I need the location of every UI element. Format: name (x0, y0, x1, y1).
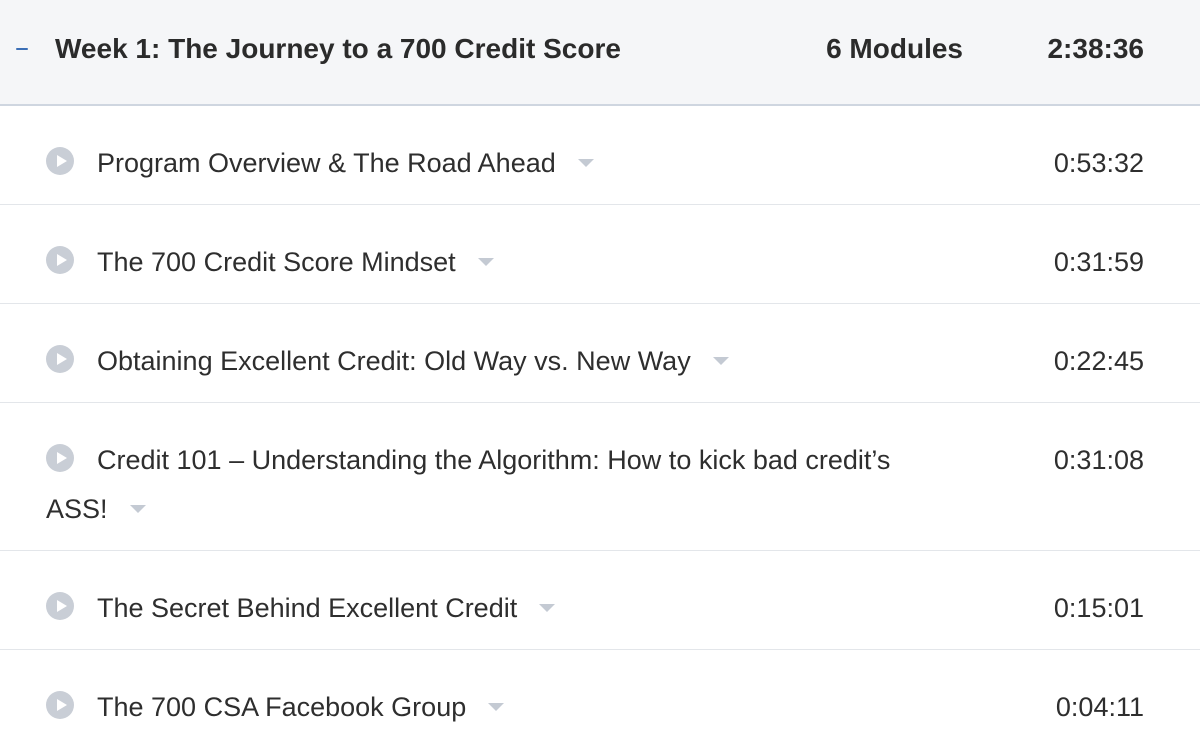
lesson-title[interactable]: The Secret Behind Excellent Credit (97, 593, 517, 623)
lesson-row[interactable]: The Secret Behind Excellent Credit 0:15:… (0, 551, 1200, 650)
course-curriculum: Week 1: The Journey to a 700 Credit Scor… (0, 0, 1200, 745)
caret-down-icon[interactable] (539, 604, 556, 612)
lesson-row[interactable]: Program Overview & The Road Ahead 0:53:3… (0, 106, 1200, 205)
lesson-row[interactable]: The 700 CSA Facebook Group 0:04:11 (0, 650, 1200, 745)
lesson-body: The Secret Behind Excellent Credit (46, 584, 946, 633)
lesson-title[interactable]: The 700 CSA Facebook Group (97, 692, 466, 722)
play-circle-icon[interactable] (46, 691, 74, 719)
lesson-body: The 700 Credit Score Mindset (46, 238, 946, 287)
play-circle-icon[interactable] (46, 147, 74, 175)
play-circle-icon[interactable] (46, 444, 74, 472)
lesson-duration: 0:22:45 (1053, 346, 1144, 376)
lesson-row[interactable]: Credit 101 – Understanding the Algorithm… (0, 403, 1200, 551)
play-circle-icon[interactable] (46, 246, 74, 274)
lesson-title[interactable]: The 700 Credit Score Mindset (97, 247, 456, 277)
module-count: 6 Modules (826, 33, 963, 64)
lesson-duration: 0:53:32 (1053, 148, 1144, 178)
minus-icon[interactable] (14, 34, 30, 64)
play-circle-icon[interactable] (46, 592, 74, 620)
lesson-body: The 700 CSA Facebook Group (46, 683, 946, 732)
lesson-duration: 0:15:01 (1053, 593, 1144, 623)
lesson-row[interactable]: The 700 Credit Score Mindset 0:31:59 (0, 205, 1200, 304)
week-duration: 2:38:36 (1047, 33, 1144, 64)
play-circle-icon[interactable] (46, 345, 74, 373)
lesson-title[interactable]: Program Overview & The Road Ahead (97, 148, 556, 178)
week-section-header[interactable]: Week 1: The Journey to a 700 Credit Scor… (0, 0, 1200, 106)
lesson-title[interactable]: Credit 101 – Understanding the Algorithm… (46, 445, 890, 524)
lesson-row[interactable]: Obtaining Excellent Credit: Old Way vs. … (0, 304, 1200, 403)
caret-down-icon[interactable] (577, 159, 594, 167)
lesson-duration: 0:31:08 (1053, 445, 1144, 475)
lesson-body: Program Overview & The Road Ahead (46, 139, 946, 188)
lesson-title[interactable]: Obtaining Excellent Credit: Old Way vs. … (97, 346, 691, 376)
caret-down-icon[interactable] (712, 357, 729, 365)
caret-down-icon[interactable] (129, 505, 146, 513)
lesson-duration: 0:31:59 (1053, 247, 1144, 277)
week-title: Week 1: The Journey to a 700 Credit Scor… (55, 33, 621, 64)
caret-down-icon[interactable] (477, 258, 494, 266)
caret-down-icon[interactable] (488, 703, 505, 711)
lesson-duration: 0:04:11 (1055, 692, 1144, 722)
lesson-body: Credit 101 – Understanding the Algorithm… (46, 436, 946, 534)
lesson-body: Obtaining Excellent Credit: Old Way vs. … (46, 337, 946, 386)
